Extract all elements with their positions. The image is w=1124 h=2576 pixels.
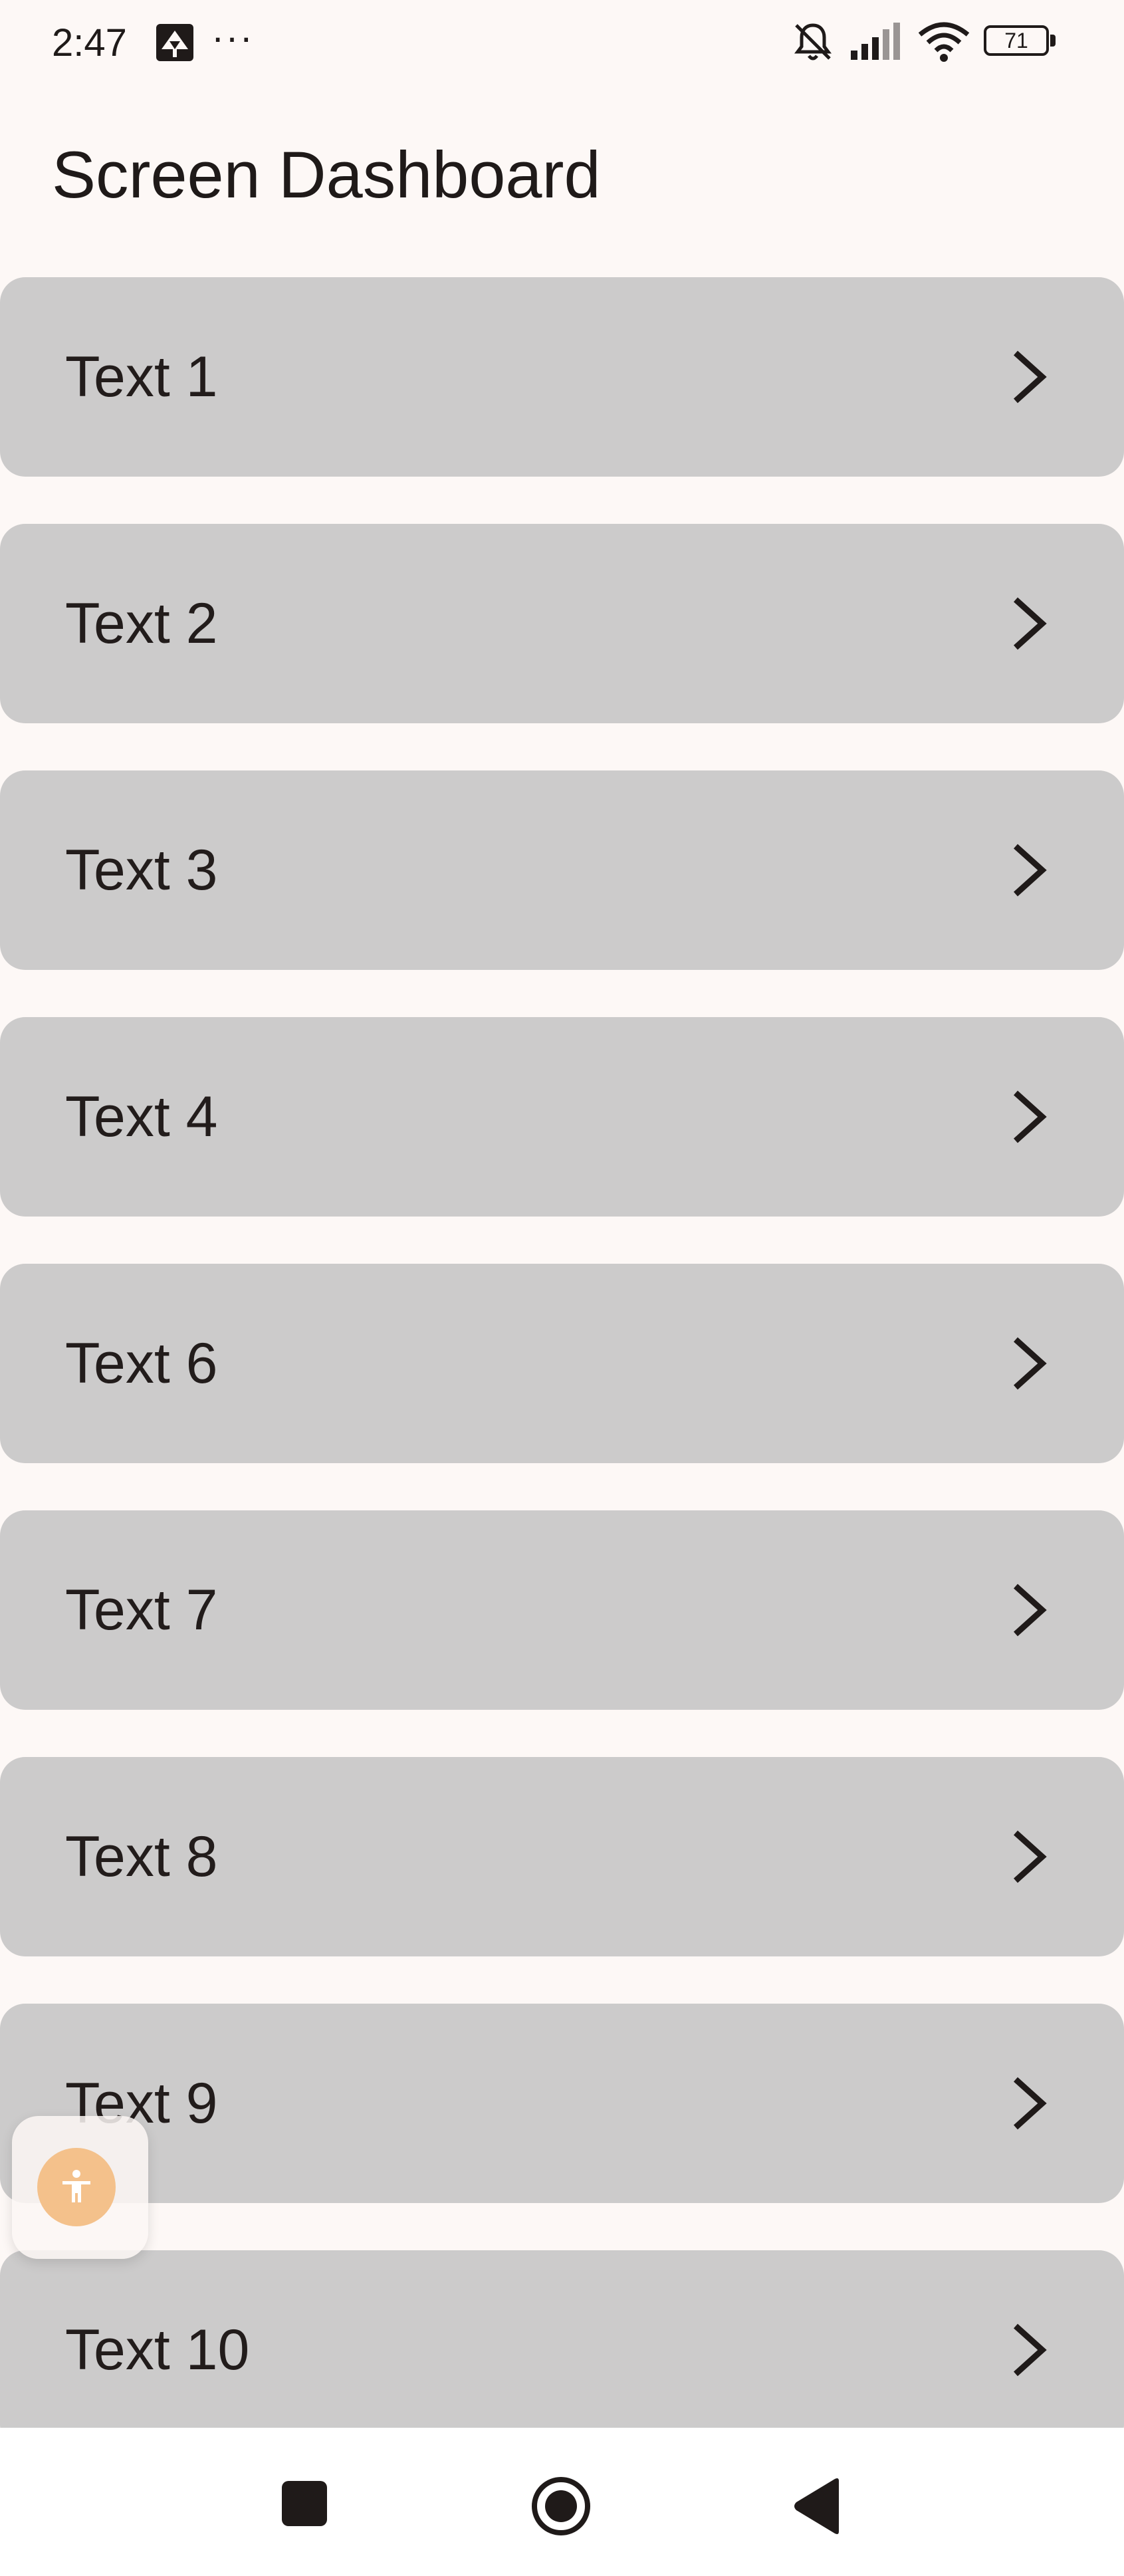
list-item-label: Text 7: [65, 1578, 218, 1642]
status-bar: 2:47 ··· 71: [0, 0, 1124, 83]
accessibility-icon: [62, 2170, 90, 2202]
list-item-label: Text 6: [65, 1332, 218, 1395]
home-icon[interactable]: [530, 2476, 592, 2537]
list-item-label: Text 8: [65, 1825, 218, 1889]
list-item-label: Text 10: [65, 2318, 250, 2382]
recents-icon[interactable]: [282, 2481, 327, 2526]
list-item-label: Text 3: [65, 838, 218, 902]
chevron-right-icon: [1013, 1090, 1047, 1143]
status-time: 2:47: [52, 21, 127, 64]
list-item[interactable]: Text 9: [0, 2004, 1124, 2203]
dashboard-list: Text 1 Text 2 Text 3 Text 4 Text 6 Text …: [0, 277, 1124, 2428]
chevron-right-icon: [1013, 2323, 1047, 2377]
list-item[interactable]: Text 8: [0, 1757, 1124, 1956]
page-title: Screen Dashboard: [52, 138, 601, 211]
chevron-right-icon: [1013, 1337, 1047, 1390]
list-item[interactable]: Text 7: [0, 1510, 1124, 1710]
back-icon[interactable]: [791, 2477, 843, 2535]
list-item-label: Text 1: [65, 345, 218, 409]
list-item[interactable]: Text 4: [0, 1017, 1124, 1217]
navigation-bar: [0, 2428, 1124, 2576]
battery-level: 71: [1004, 29, 1028, 53]
signal-icon: [851, 23, 900, 60]
chevron-right-icon: [1013, 597, 1047, 650]
list-item-label: Text 2: [65, 592, 218, 655]
list-item[interactable]: Text 10: [0, 2250, 1124, 2428]
chevron-right-icon: [1013, 350, 1047, 404]
wifi-icon: [918, 22, 970, 62]
accessibility-button[interactable]: [12, 2116, 148, 2259]
list-item[interactable]: Text 2: [0, 524, 1124, 723]
more-notifications-indicator: ···: [211, 16, 254, 59]
chevron-right-icon: [1013, 1583, 1047, 1637]
chevron-right-icon: [1013, 2077, 1047, 2130]
battery-icon: 71: [984, 25, 1058, 59]
app-notification-icon: [156, 24, 193, 61]
chevron-right-icon: [1013, 1830, 1047, 1883]
chevron-right-icon: [1013, 844, 1047, 897]
list-item-label: Text 4: [65, 1085, 218, 1149]
list-item[interactable]: Text 1: [0, 277, 1124, 477]
mute-icon: [794, 23, 832, 60]
list-item[interactable]: Text 6: [0, 1264, 1124, 1463]
list-item[interactable]: Text 3: [0, 770, 1124, 970]
